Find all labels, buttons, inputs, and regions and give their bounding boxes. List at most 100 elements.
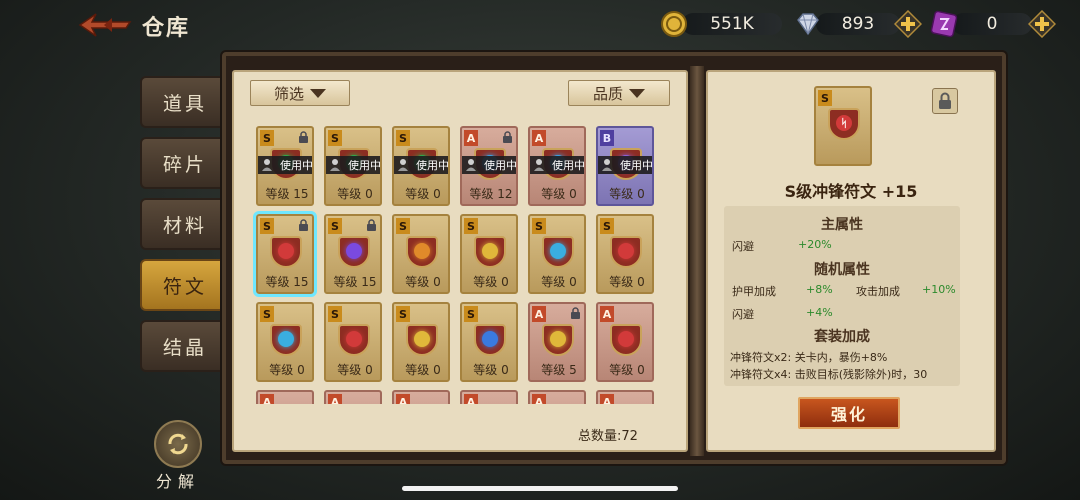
rune-card-selected[interactable]: S 等级 15 xyxy=(253,211,317,297)
quality-badge: S xyxy=(532,218,546,234)
rune-card[interactable]: S 等级 0 xyxy=(324,302,382,382)
level-label: 等级 15 xyxy=(265,187,309,201)
level-label: 等级 0 xyxy=(541,275,577,289)
level-label: 等级 0 xyxy=(405,363,441,377)
top-bar: 仓库 551K 893 0 xyxy=(0,0,1080,50)
rune-card[interactable]: A 使用中 等级 0 xyxy=(528,126,586,206)
level-label: 等级 0 xyxy=(473,275,509,289)
add-diamond-button[interactable] xyxy=(894,10,922,38)
quality-badge: S xyxy=(818,90,832,106)
rune-card[interactable]: A xyxy=(596,390,654,404)
rune-card[interactable]: S 等级 0 xyxy=(460,302,518,382)
in-use-label: 使用中 xyxy=(348,159,381,172)
quality-dropdown[interactable]: 品质 xyxy=(568,80,670,106)
rune-token-resource: 0 xyxy=(930,10,1038,38)
chevron-down-icon xyxy=(629,88,645,98)
rune-glyph-icon xyxy=(346,243,362,259)
decompose-button[interactable]: 分解 xyxy=(150,420,206,491)
in-use-banner: 使用中 xyxy=(598,156,652,174)
level-label: 等级 0 xyxy=(609,187,645,201)
set-bonus-header: 套装加成 xyxy=(814,329,870,345)
rune-glyph-icon xyxy=(482,243,498,259)
tab-runes[interactable]: 符文 xyxy=(140,259,220,311)
rune-emblem-icon xyxy=(270,324,302,356)
tab-materials[interactable]: 材料 xyxy=(140,198,220,250)
rune-card[interactable]: A 使用中 等级 12 xyxy=(460,126,518,206)
rune-glyph-icon xyxy=(550,331,566,347)
quality-badge: A xyxy=(600,306,614,322)
random-stat-value: +10% xyxy=(922,283,956,296)
back-arrow-icon[interactable] xyxy=(76,10,134,40)
level-label: 等级 12 xyxy=(469,187,513,201)
main-stat-value: +20% xyxy=(798,238,832,251)
rune-card[interactable]: S 等级 15 xyxy=(324,214,382,294)
lock-icon xyxy=(503,131,512,143)
rune-glyph-icon xyxy=(278,331,294,347)
level-label: 等级 5 xyxy=(541,363,577,377)
level-label: 等级 0 xyxy=(337,187,373,201)
lock-icon xyxy=(939,92,951,109)
rune-card[interactable]: A 等级 0 xyxy=(596,302,654,382)
rune-card[interactable]: S 使用中 等级 0 xyxy=(392,126,450,206)
quality-badge: S xyxy=(328,130,342,146)
rune-glyph-icon xyxy=(346,331,362,347)
quality-label: 品质 xyxy=(592,84,623,103)
quality-badge: A xyxy=(328,394,342,404)
rune-card[interactable]: S 等级 0 xyxy=(528,214,586,294)
quality-badge: S xyxy=(328,218,342,234)
tab-fragments[interactable]: 碎片 xyxy=(140,137,220,189)
lock-icon xyxy=(299,219,308,231)
rune-emblem-icon xyxy=(270,236,302,268)
rune-card[interactable]: A xyxy=(256,390,314,404)
level-label: 等级 0 xyxy=(609,275,645,289)
rune-emblem-icon xyxy=(406,324,438,356)
quality-badge: S xyxy=(464,218,478,234)
rune-glyph-icon xyxy=(278,243,294,259)
quality-badge: S xyxy=(396,218,410,234)
tab-items[interactable]: 道具 xyxy=(140,76,220,128)
quality-badge: A xyxy=(464,394,478,404)
rune-emblem-icon xyxy=(610,236,642,268)
rune-card[interactable]: S 等级 0 xyxy=(596,214,654,294)
rune-card[interactable]: S 等级 0 xyxy=(392,214,450,294)
quality-badge: S xyxy=(396,130,410,146)
rune-card[interactable]: B 使用中 等级 0 xyxy=(596,126,654,206)
main-stat-name: 闪避 xyxy=(732,240,754,253)
level-label: 等级 0 xyxy=(269,363,305,377)
rune-emblem-icon xyxy=(338,324,370,356)
selected-rune-card: S ᛋ xyxy=(814,86,872,166)
random-attr-header: 随机属性 xyxy=(814,262,870,278)
rune-card[interactable]: A xyxy=(528,390,586,404)
rune-emblem-icon xyxy=(542,236,574,268)
in-use-banner: 使用中 xyxy=(530,156,584,174)
rune-card[interactable]: A xyxy=(324,390,382,404)
level-label: 等级 15 xyxy=(333,275,377,289)
rune-card[interactable]: S 使用中 等级 15 xyxy=(256,126,314,206)
enhance-button[interactable]: 强化 xyxy=(798,397,900,429)
rune-card[interactable]: S 等级 0 xyxy=(256,302,314,382)
add-rune-token-button[interactable] xyxy=(1028,10,1056,38)
rune-card[interactable]: A 等级 5 xyxy=(528,302,586,382)
diamond-icon xyxy=(797,13,819,36)
random-stat-name: 攻击加成 xyxy=(856,285,900,298)
hero-portrait-icon xyxy=(601,158,613,172)
filter-label: 筛选 xyxy=(273,84,304,103)
rune-card[interactable]: A xyxy=(392,390,450,404)
rune-card[interactable]: S 等级 0 xyxy=(392,302,450,382)
tab-crystals[interactable]: 结晶 xyxy=(140,320,220,372)
rune-card[interactable]: S 使用中等级 0 xyxy=(324,126,382,206)
lock-toggle-button[interactable] xyxy=(932,88,958,114)
in-use-banner: 使用中 xyxy=(394,156,449,174)
rune-token-icon xyxy=(930,10,958,38)
filter-dropdown[interactable]: 筛选 xyxy=(250,80,350,106)
in-use-label: 使用中 xyxy=(416,159,449,172)
decompose-label: 分解 xyxy=(155,472,200,491)
hero-portrait-icon xyxy=(533,158,545,172)
rune-glyph-icon xyxy=(618,331,634,347)
rune-card[interactable]: S 等级 0 xyxy=(460,214,518,294)
home-indicator[interactable] xyxy=(402,486,678,491)
rune-token-amount: 0 xyxy=(952,13,1032,35)
rune-title: S级冲锋符文 +15 xyxy=(784,182,918,201)
rune-card[interactable]: A xyxy=(460,390,518,404)
quality-badge: S xyxy=(260,130,274,146)
